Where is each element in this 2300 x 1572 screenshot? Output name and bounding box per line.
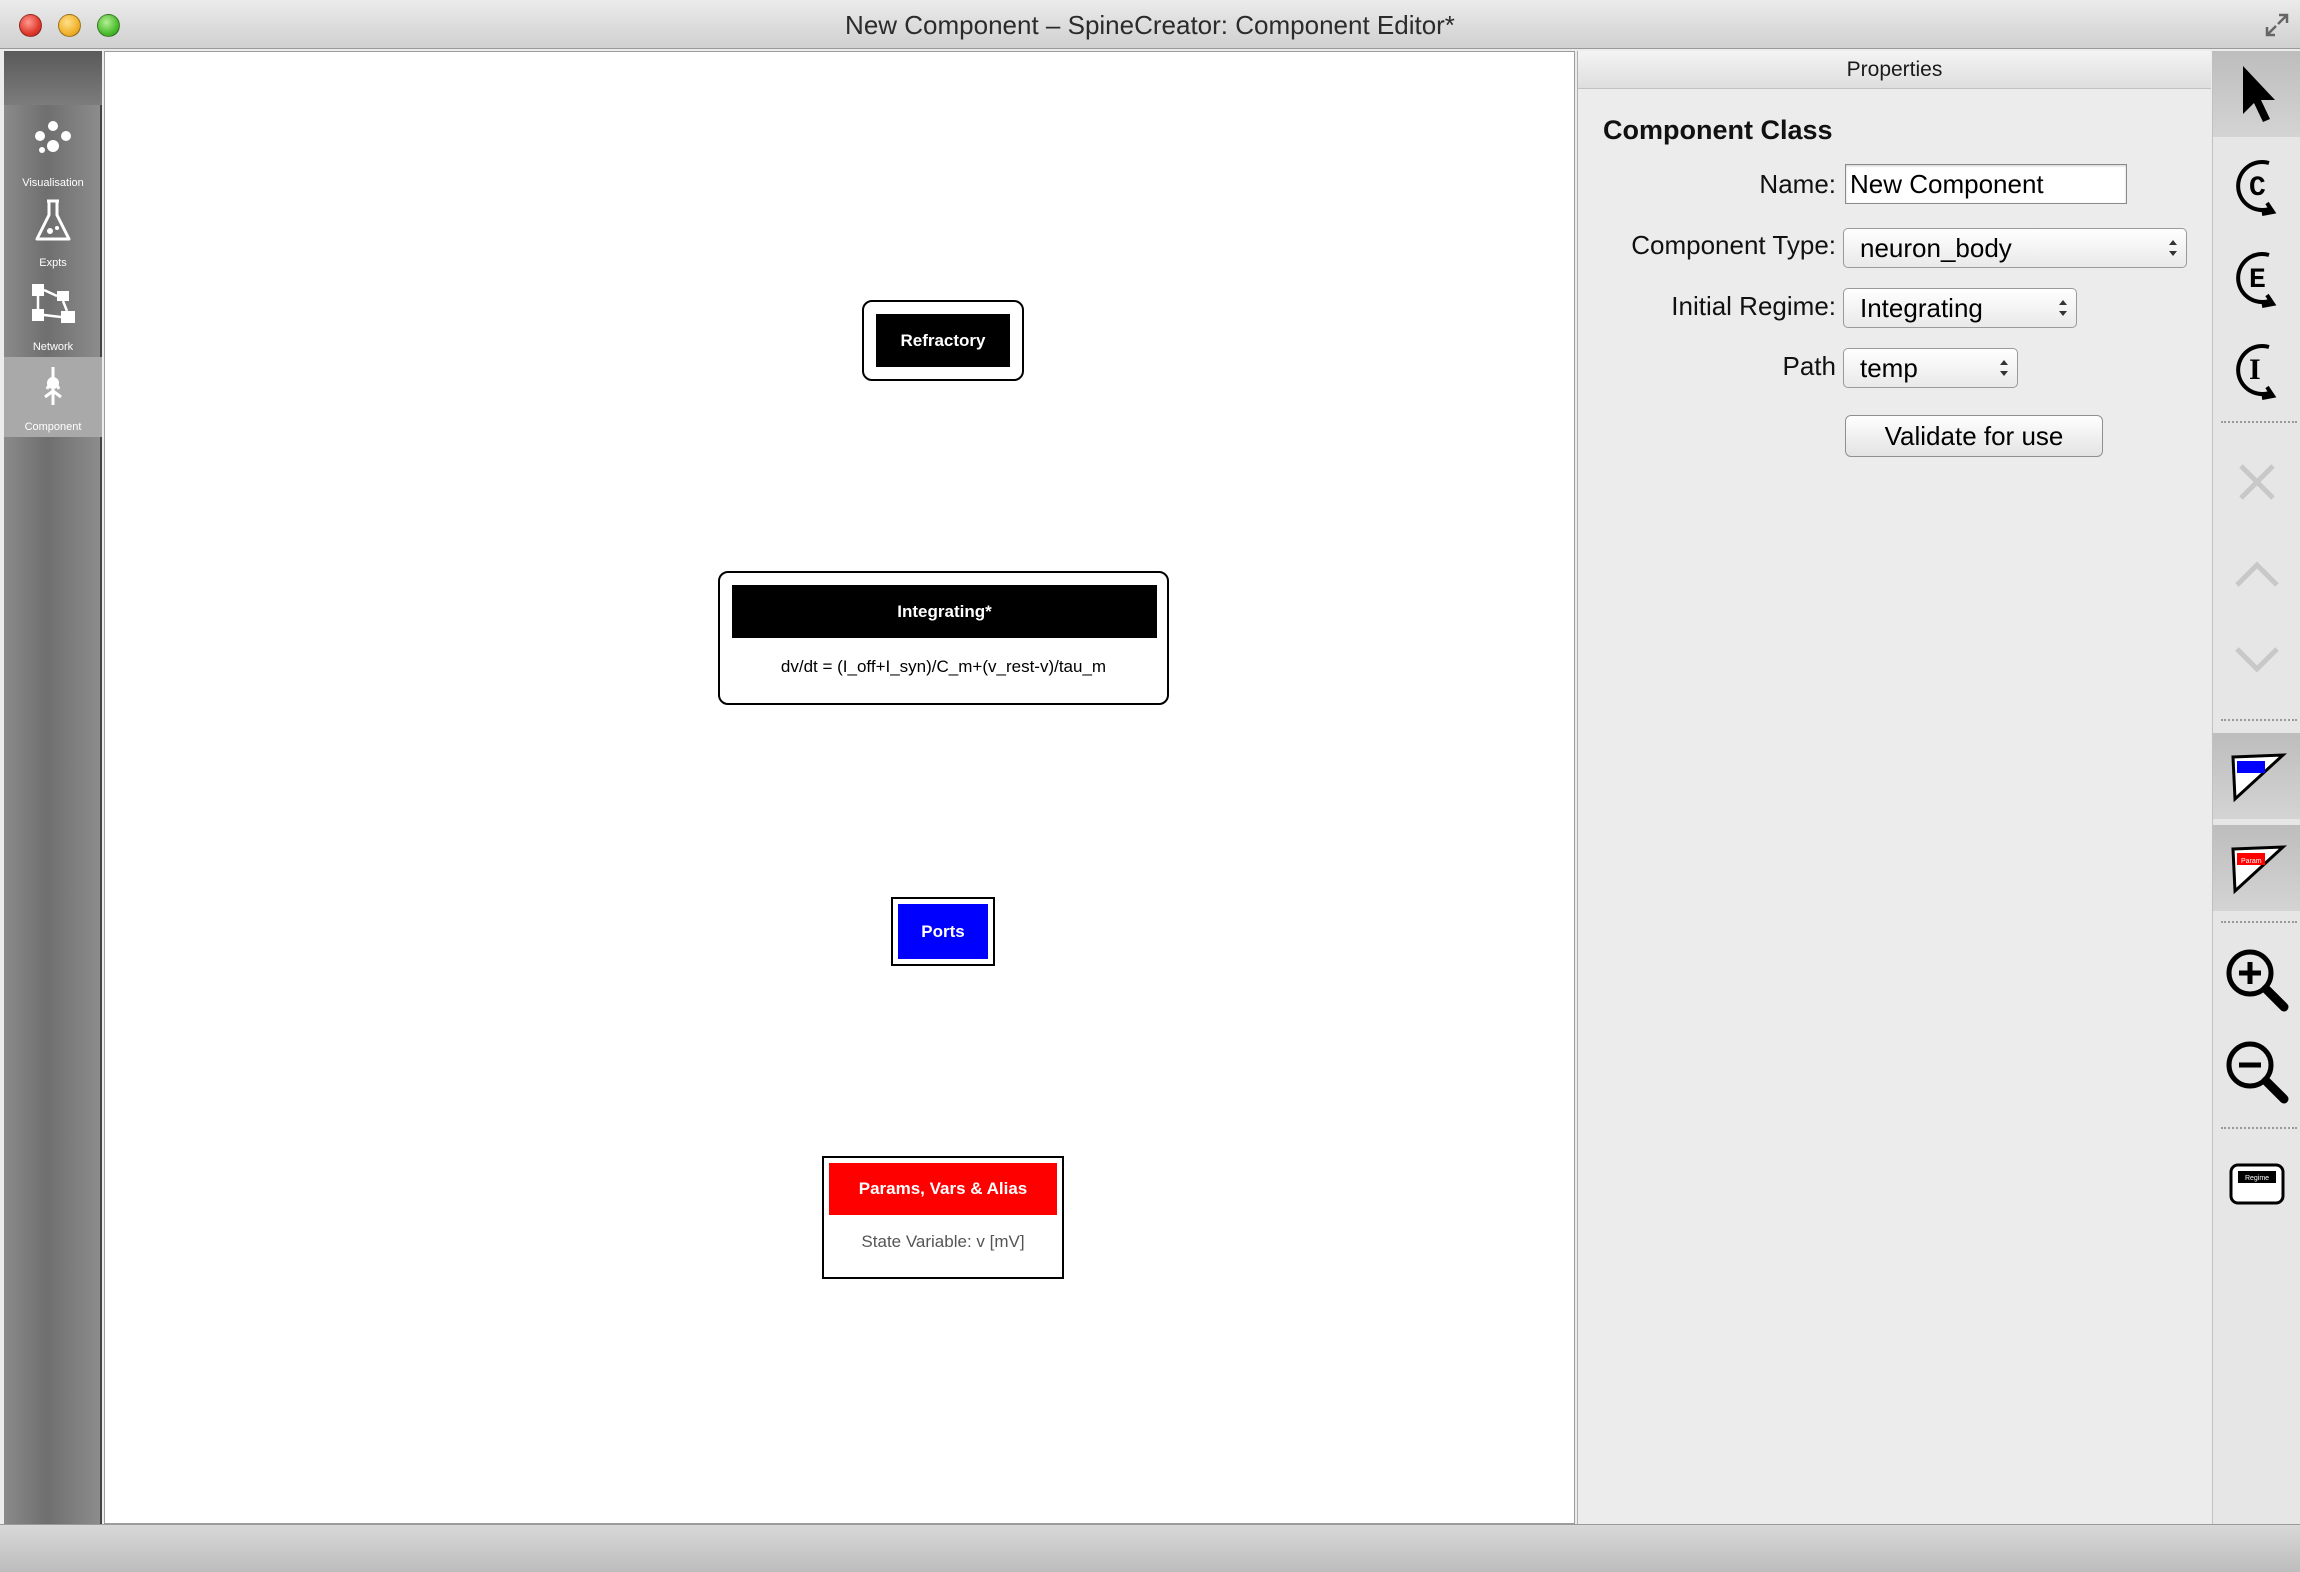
ports-box-title: Ports: [898, 904, 988, 959]
regime-refractory-title: Refractory: [876, 314, 1010, 367]
select-tool-button[interactable]: [2213, 51, 2300, 137]
flask-icon: [35, 199, 71, 241]
app-window: New Component – SpineCreator: Component …: [0, 0, 2300, 1572]
delete-tool-button[interactable]: [2213, 439, 2300, 525]
title-bar: New Component – SpineCreator: Component …: [0, 0, 2300, 49]
toolbar-separator: [2221, 719, 2297, 721]
add-event-icon: E: [2236, 252, 2277, 308]
regime-integrating-equation: dv/dt = (I_off+I_syn)/C_m+(v_rest-v)/tau…: [780, 657, 1107, 676]
component-canvas[interactable]: Refractory Integrating* dv/dt = (I_off+I…: [104, 51, 1575, 1524]
nav-label-component: Component: [24, 421, 82, 433]
move-down-tool-button[interactable]: [2213, 617, 2300, 703]
regime-integrating-title: Integrating*: [732, 585, 1157, 638]
side-navigation-header: [4, 51, 102, 105]
ports-box[interactable]: Ports: [891, 897, 995, 966]
params-vars-alias-box[interactable]: Params, Vars & Alias State Variable: v […: [822, 1156, 1064, 1279]
status-bar: [0, 1524, 2300, 1572]
properties-panel-title: Properties: [1578, 51, 2211, 89]
initial-regime-value: Integrating: [1860, 293, 1983, 323]
select-pointer-icon: [2243, 66, 2275, 122]
component-icon: [44, 367, 62, 405]
add-impulse-icon: I: [2236, 344, 2277, 400]
add-port-tool-button[interactable]: [2213, 733, 2300, 819]
name-label: Name:: [1759, 169, 1836, 199]
select-arrows-icon: [2169, 240, 2177, 256]
add-regime-tool-button[interactable]: Regime: [2213, 1141, 2300, 1227]
validate-for-use-button[interactable]: Validate for use: [1845, 415, 2103, 457]
initial-regime-select[interactable]: Integrating: [1843, 288, 2077, 328]
toolbar-separator: [2221, 921, 2297, 923]
zoom-in-tool-button[interactable]: [2213, 937, 2300, 1023]
param-tool-text: Param: [2241, 858, 2262, 865]
add-impulse-tool-button[interactable]: I: [2213, 327, 2300, 413]
zoom-in-icon: [2226, 949, 2289, 1012]
nav-label-network: Network: [32, 341, 74, 353]
side-navigation: Visualisation Expts Network Component: [4, 51, 102, 1524]
component-type-label: Component Type:: [1631, 230, 1836, 260]
nav-item-network[interactable]: Network: [4, 277, 102, 357]
add-component-icon: C: [2236, 160, 2277, 216]
component-type-value: neuron_body: [1860, 233, 2012, 263]
add-event-tool-button[interactable]: E: [2213, 235, 2300, 321]
name-field[interactable]: New Component: [1845, 164, 2127, 204]
network-icon: [32, 284, 75, 323]
regime-refractory[interactable]: Refractory: [862, 300, 1024, 381]
path-label: Path: [1782, 351, 1837, 381]
zoom-out-tool-button[interactable]: [2213, 1029, 2300, 1115]
zoom-out-icon: [2226, 1041, 2289, 1104]
svg-text:E: E: [2249, 265, 2266, 296]
regime-integrating[interactable]: Integrating* dv/dt = (I_off+I_syn)/C_m+(…: [718, 571, 1169, 705]
move-up-tool-button[interactable]: [2213, 531, 2300, 617]
state-variable-text: State Variable: v [mV]: [861, 1232, 1025, 1251]
nav-item-visualisation[interactable]: Visualisation: [4, 113, 102, 193]
delete-icon: [2239, 464, 2275, 500]
initial-regime-label: Initial Regime:: [1671, 291, 1836, 321]
select-arrows-icon: [2000, 360, 2008, 376]
move-down-icon: [2235, 647, 2279, 673]
toolbar-separator: [2221, 1127, 2297, 1129]
path-value: temp: [1860, 353, 1918, 383]
toolbar-separator: [2221, 421, 2297, 423]
fullscreen-icon[interactable]: [2264, 12, 2290, 38]
nav-label-visualisation: Visualisation: [22, 177, 84, 189]
add-component-tool-button[interactable]: C: [2213, 143, 2300, 229]
regime-tool-text: Regime: [2245, 1175, 2269, 1182]
add-parameter-tool-button[interactable]: Param: [2213, 825, 2300, 911]
component-class-heading: Component Class: [1603, 115, 1833, 145]
path-select[interactable]: temp: [1843, 348, 2018, 388]
properties-panel: Properties Component Class Name: New Com…: [1577, 51, 2211, 1524]
nav-item-component[interactable]: Component: [4, 357, 102, 437]
move-up-icon: [2235, 561, 2279, 587]
select-arrows-icon: [2059, 300, 2067, 316]
add-port-icon: [2231, 753, 2288, 803]
svg-text:I: I: [2249, 353, 2261, 386]
nav-item-expts[interactable]: Expts: [4, 193, 102, 273]
svg-text:C: C: [2249, 173, 2266, 204]
visualisation-icon: [35, 121, 71, 153]
add-parameter-icon: Param: [2231, 845, 2288, 895]
component-type-select[interactable]: neuron_body: [1843, 228, 2187, 268]
window-title: New Component – SpineCreator: Component …: [845, 10, 1455, 40]
tool-palette: C E I Param Regime: [2212, 51, 2300, 1524]
add-regime-icon: Regime: [2229, 1163, 2285, 1205]
nav-label-expts: Expts: [39, 257, 67, 269]
params-vars-alias-title: Params, Vars & Alias: [829, 1163, 1057, 1215]
